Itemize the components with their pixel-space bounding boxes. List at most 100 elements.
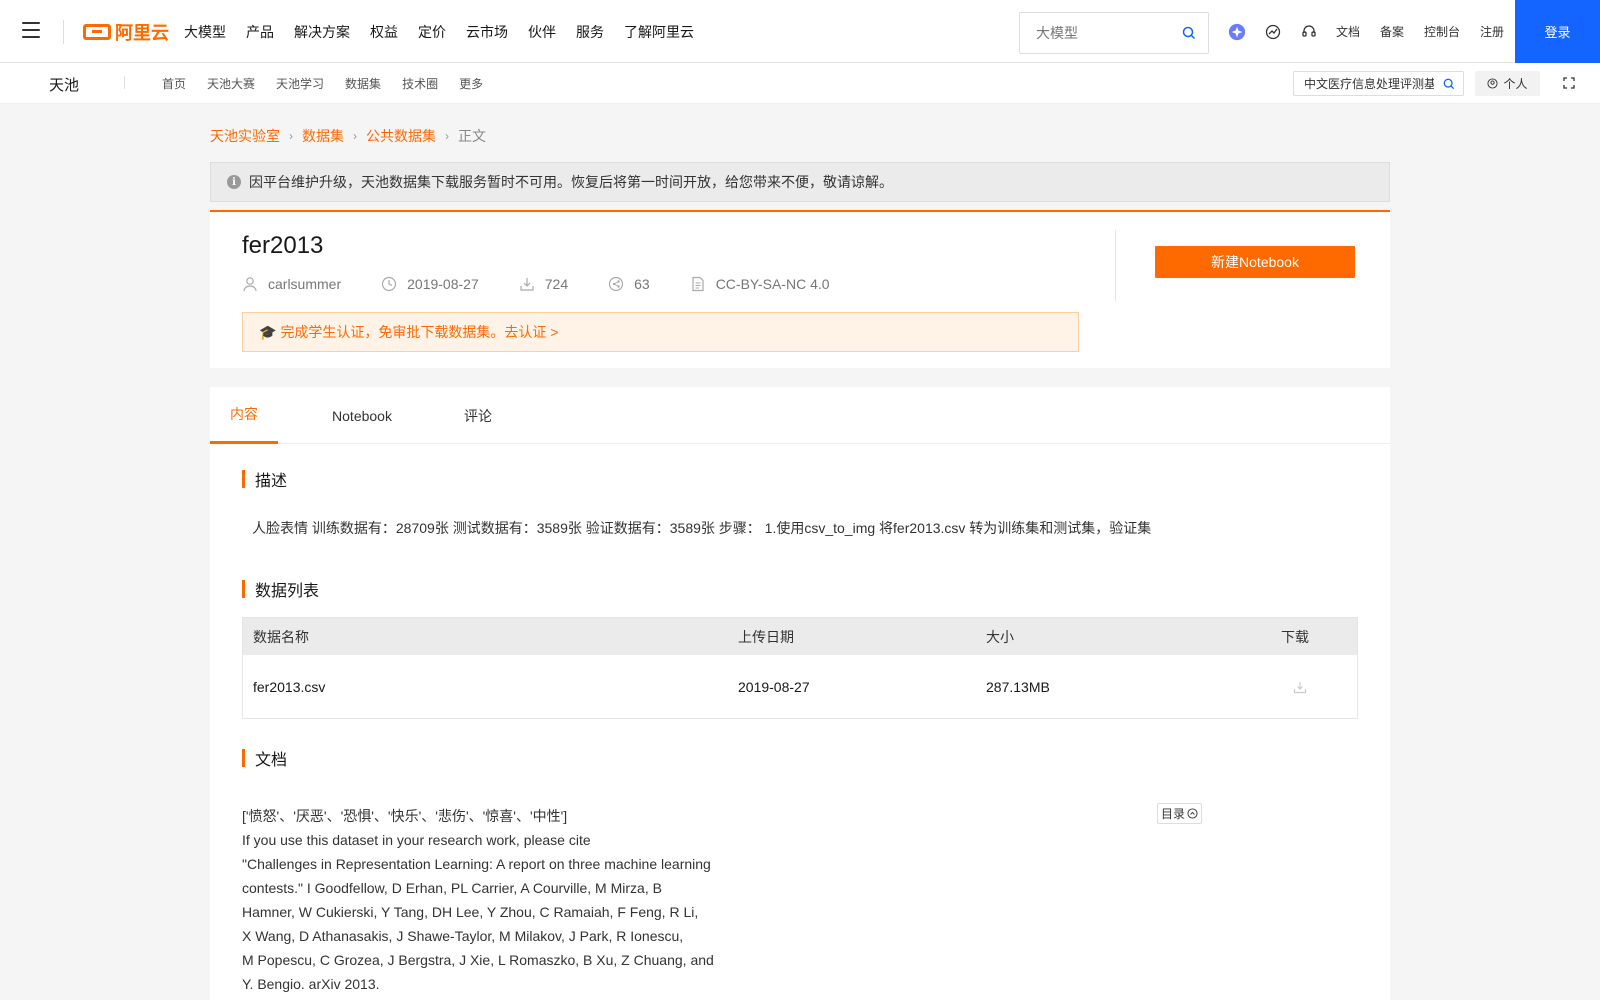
file-name: fer2013.csv [253,678,326,695]
breadcrumb-current: 正文 [458,128,486,144]
top-navbar: 阿里云 大模型 产品 解决方案 权益 定价 云市场 伙伴 服务 了解阿里云 文档… [0,0,1600,63]
tab-comments[interactable]: 评论 [450,387,506,444]
tab-content[interactable]: 内容 [210,387,278,444]
nav-item-marketplace[interactable]: 云市场 [466,22,508,42]
subnav-home[interactable]: 首页 [162,75,186,92]
clock-icon [382,276,397,292]
sub-search-input[interactable] [1294,72,1434,95]
doc-line: Y. Bengio. arXiv 2013. [242,976,380,992]
document-icon [692,276,704,292]
subnav-learning[interactable]: 天池学习 [276,75,324,92]
nav-item-services[interactable]: 服务 [576,22,604,42]
search-icon[interactable] [1443,77,1455,95]
chevron-right-icon: › [289,129,293,143]
dataset-title: fer2013 [242,232,324,259]
notice-text: 因平台维护升级，天池数据集下载服务暂时不可用。恢复后将第一时间开放，给您带来不便… [249,174,893,190]
student-cert-text[interactable]: 完成学生认证，免审批下载数据集。去认证 > [280,322,558,342]
tianchi-nav: 首页 天池大赛 天池学习 数据集 技术圈 更多 [162,63,504,104]
main-nav: 大模型 产品 解决方案 权益 定价 云市场 伙伴 服务 了解阿里云 [184,0,714,63]
tab-notebook[interactable]: Notebook [327,387,397,444]
breadcrumb-datasets[interactable]: 数据集 [302,126,344,146]
star-badge-icon[interactable] [1228,23,1246,41]
top-search-box [1019,12,1209,54]
breadcrumb-tianchi-lab[interactable]: 天池实验室 [210,126,280,146]
section-title-text: 数据列表 [255,583,320,600]
aliyun-logo[interactable]: 阿里云 [83,19,169,45]
license-text: CC-BY-SA-NC 4.0 [715,276,830,292]
breadcrumb-public-datasets[interactable]: 公共数据集 [366,126,436,146]
subnav-tech-circle[interactable]: 技术圈 [402,75,438,92]
nav-item-solutions[interactable]: 解决方案 [294,22,350,42]
col-header-date: 上传日期 [738,628,794,645]
headset-icon[interactable] [1300,23,1318,41]
nav-item-about[interactable]: 了解阿里云 [624,22,694,42]
tianchi-subnav: 天池 首页 天池大赛 天池学习 数据集 技术圈 更多 个人 [0,63,1600,104]
doc-line: X Wang, D Athanasakis, J Shawe-Taylor, M… [242,928,684,944]
download-icon[interactable] [1293,655,1307,718]
tianchi-brand[interactable]: 天池 [49,74,79,95]
meta-date: 2019-08-27 [381,276,479,292]
publish-date: 2019-08-27 [407,276,479,292]
divider [124,76,125,89]
user-icon [243,277,257,292]
meta-downloads: 724 [519,276,568,292]
subnav-datasets[interactable]: 数据集 [345,75,381,92]
personal-button[interactable]: 个人 [1475,71,1540,96]
toc-button[interactable]: 目录 [1157,803,1202,824]
nav-item-partners[interactable]: 伙伴 [528,22,556,42]
link-docs[interactable]: 文档 [1336,23,1360,40]
link-register[interactable]: 注册 [1480,23,1504,40]
student-cert-banner[interactable]: 🎓 完成学生认证，免审批下载数据集。去认证 > [242,312,1079,352]
nav-item-pricing[interactable]: 定价 [418,22,446,42]
top-search-input[interactable] [1020,13,1170,53]
subnav-competitions[interactable]: 天池大赛 [207,75,255,92]
new-notebook-button[interactable]: 新建Notebook [1155,246,1355,278]
documentation-text: ['愤怒'、'厌恶'、'恐惧'、'快乐'、'悲伤'、'惊喜'、'中性'] If … [242,804,722,996]
doc-line: ['愤怒'、'厌恶'、'恐惧'、'快乐'、'悲伤'、'惊喜'、'中性'] [242,808,568,824]
top-right-tools: 文档 备案 控制台 注册 [1228,0,1524,63]
table-row: fer2013.csv 2019-08-27 287.13MB [243,655,1357,718]
aliyun-logo-icon [83,24,111,40]
menu-icon[interactable] [22,22,40,38]
subnav-more[interactable]: 更多 [459,75,483,92]
nav-item-llm[interactable]: 大模型 [184,22,226,42]
link-beian[interactable]: 备案 [1380,23,1404,40]
col-header-size: 大小 [986,628,1014,645]
user-icon [1487,78,1499,89]
login-button[interactable]: 登录 [1515,0,1600,63]
doc-line: contests." I Goodfellow, D Erhan, PL Car… [242,880,662,896]
link-console[interactable]: 控制台 [1424,23,1460,40]
dataset-meta: carlsummer 2019-08-27 724 63 CC-BY-SA-NC… [242,276,870,292]
activity-icon[interactable] [1264,23,1282,41]
search-icon[interactable] [1182,26,1196,45]
meta-author: carlsummer [242,276,341,292]
nav-item-benefits[interactable]: 权益 [370,22,398,42]
author-name[interactable]: carlsummer [268,276,341,292]
share-icon [609,276,624,292]
section-title-docs: 文档 [242,746,287,770]
section-title-text: 文档 [255,752,288,769]
chevron-right-icon: › [353,129,357,143]
content-panel: 内容 Notebook 评论 描述 人脸表情 训练数据有：28709张 测试数据… [210,387,1390,1000]
doc-line: Hamner, W Cukierski, Y Tang, DH Lee, Y Z… [242,904,699,920]
fullscreen-icon[interactable] [1563,76,1575,94]
meta-shares: 63 [608,276,650,292]
tab-bar: 内容 Notebook 评论 [210,387,1390,444]
nav-item-products[interactable]: 产品 [246,22,274,42]
section-title-description: 描述 [242,467,287,491]
col-header-name: 数据名称 [253,628,309,645]
col-header-download: 下载 [1281,628,1309,645]
divider [63,20,64,44]
divider [1115,230,1116,302]
toc-label: 目录 [1160,807,1185,821]
meta-license: CC-BY-SA-NC 4.0 [690,276,830,292]
chevron-up-circle-icon [1187,808,1198,819]
maintenance-notice: i 因平台维护升级，天池数据集下载服务暂时不可用。恢复后将第一时间开放，给您带来… [210,162,1390,202]
table-header: 数据名称 上传日期 大小 下载 [243,618,1357,655]
section-title-text: 描述 [255,473,288,490]
doc-line: If you use this dataset in your research… [242,832,591,848]
breadcrumb: 天池实验室 › 数据集 › 公共数据集 › 正文 [210,126,486,146]
download-count-icon [520,278,534,291]
doc-line: M Popescu, C Grozea, J Bergstra, J Xie, … [242,952,714,968]
logo-text: 阿里云 [115,23,169,43]
